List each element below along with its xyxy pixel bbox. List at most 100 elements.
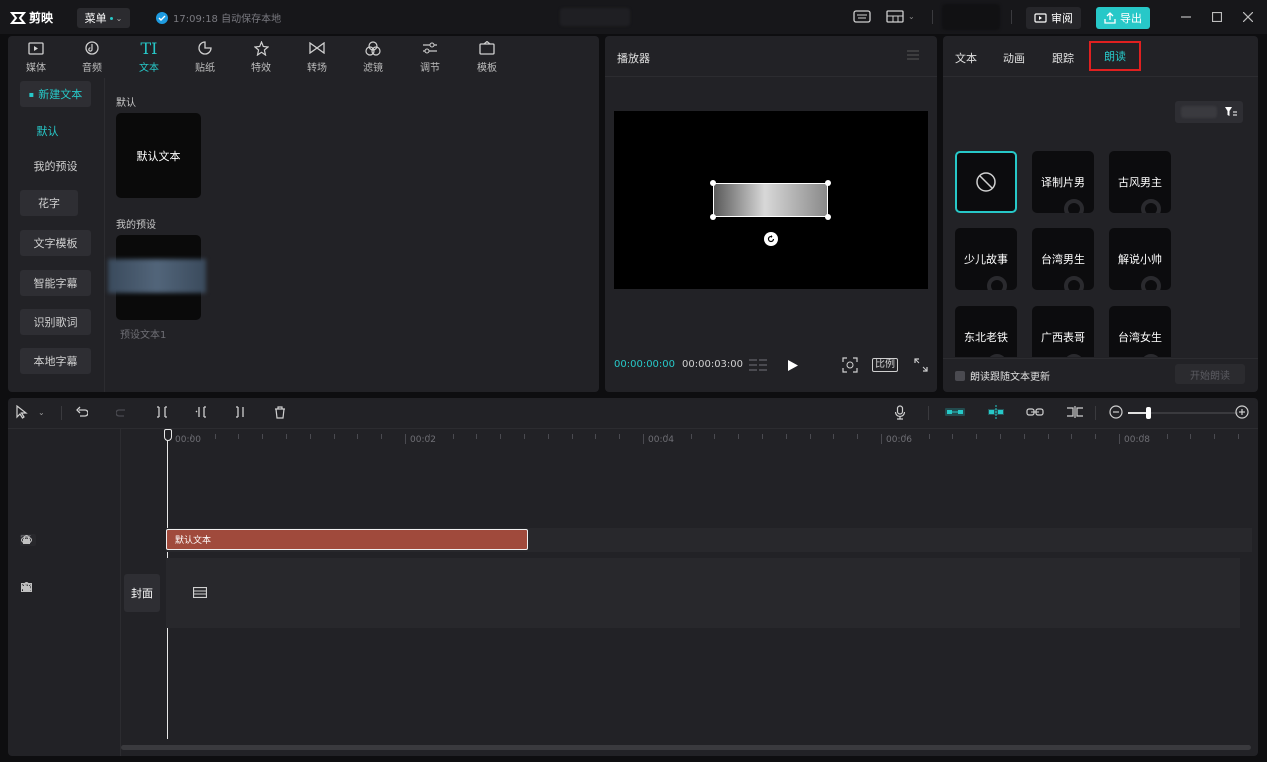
voice-avatar-icon xyxy=(987,354,1007,357)
voice-option[interactable]: 广西表哥 xyxy=(1032,306,1094,357)
ruler-tick xyxy=(1024,434,1025,439)
resize-handle[interactable] xyxy=(825,180,831,186)
volume-icon[interactable] xyxy=(20,581,32,593)
ruler-tick xyxy=(786,434,787,439)
ruler-tick xyxy=(310,434,311,439)
ruler-tick xyxy=(643,434,644,444)
export-icon xyxy=(1104,12,1116,24)
sidebar-item-label: 本地字幕 xyxy=(33,355,78,368)
preset-preview-blurred xyxy=(108,259,206,293)
horizontal-scrollbar[interactable] xyxy=(121,745,1251,750)
ruler-tick xyxy=(1238,434,1239,439)
voice-option[interactable]: 台湾女生 xyxy=(1109,306,1171,357)
sidebar-item-fancy-text[interactable]: 花字 xyxy=(20,190,78,216)
voice-label: 东北老铁 xyxy=(964,331,1008,344)
voice-option[interactable]: 东北老铁 xyxy=(955,306,1017,357)
resize-handle[interactable] xyxy=(825,214,831,220)
tab-effects[interactable]: 特效 xyxy=(241,40,281,74)
tab-read-aloud[interactable]: 朗读 xyxy=(1089,41,1141,71)
ruler-tick xyxy=(667,434,668,439)
tab-label: 媒体 xyxy=(26,63,46,74)
voice-filter-button[interactable] xyxy=(1175,101,1243,123)
clip-label: 默认文本 xyxy=(175,536,212,546)
ruler-tick xyxy=(810,434,811,439)
tab-sticker[interactable]: 贴纸 xyxy=(185,40,225,74)
eye-icon[interactable] xyxy=(20,534,32,546)
adjust-icon xyxy=(422,40,438,56)
keyboard-shortcuts-icon[interactable] xyxy=(853,10,871,23)
start-reading-button[interactable]: 开始朗读 xyxy=(1175,364,1245,384)
export-button[interactable]: 导出 xyxy=(1096,7,1150,29)
menu-button[interactable]: 菜单 ⌄ xyxy=(77,8,130,28)
preset-text-card[interactable] xyxy=(108,235,206,320)
sidebar-item-my-presets[interactable]: 我的预设 xyxy=(20,153,91,179)
ruler-tick xyxy=(1143,434,1144,439)
voice-option[interactable]: 解说小帅 xyxy=(1109,228,1171,290)
tab-template[interactable]: 模板 xyxy=(467,40,507,74)
menu-icon[interactable] xyxy=(907,50,919,60)
export-label: 导出 xyxy=(1120,12,1142,25)
ratio-button[interactable]: 比例 xyxy=(872,358,898,372)
ruler-tick xyxy=(714,434,715,439)
tab-tracking[interactable]: 跟踪 xyxy=(1052,50,1074,66)
fit-view-icon[interactable] xyxy=(842,357,858,373)
voice-option[interactable]: 译制片男 xyxy=(1032,151,1094,213)
tab-transition[interactable]: 转场 xyxy=(297,40,337,74)
film-icon xyxy=(193,587,207,598)
sidebar-item-auto-captions[interactable]: 智能字幕 xyxy=(20,270,91,296)
text-clip[interactable]: 默认文本 xyxy=(166,529,528,550)
play-icon[interactable] xyxy=(787,359,799,372)
layout-button[interactable]: ⌄ xyxy=(886,10,915,23)
maximize-icon[interactable] xyxy=(1209,9,1225,25)
resize-handle[interactable] xyxy=(710,180,716,186)
voice-option[interactable]: 古风男主 xyxy=(1109,151,1171,213)
minimize-icon[interactable] xyxy=(1178,9,1194,25)
time-ruler[interactable]: 00:00 00:02 00:04 00:06 00:08 xyxy=(8,398,1258,448)
ruler-tick xyxy=(215,434,216,439)
checkbox-icon xyxy=(955,370,965,381)
sidebar-item-text-templates[interactable]: 文字模板 xyxy=(20,230,91,256)
close-icon[interactable] xyxy=(1240,9,1256,25)
default-text-card[interactable]: 默认文本 xyxy=(116,113,201,198)
voice-option[interactable]: 台湾男生 xyxy=(1032,228,1094,290)
tab-adjust[interactable]: 调节 xyxy=(410,40,450,74)
chevron-down-icon: ⌄ xyxy=(115,13,123,23)
tab-text[interactable]: TI 文本 xyxy=(129,39,169,75)
resize-handle[interactable] xyxy=(710,214,716,220)
tab-animation[interactable]: 动画 xyxy=(1003,50,1025,66)
rotate-icon[interactable] xyxy=(764,232,778,246)
tab-text[interactable]: 文本 xyxy=(955,50,977,66)
voice-none[interactable] xyxy=(955,151,1017,213)
review-icon xyxy=(1034,12,1047,23)
cover-button[interactable]: 封面 xyxy=(124,574,160,612)
section-title-presets: 我的预设 xyxy=(116,220,156,231)
tab-filter[interactable]: 滤镜 xyxy=(353,40,393,74)
filter-icon xyxy=(1225,107,1237,116)
text-element-blurred[interactable] xyxy=(713,183,828,217)
user-avatar-blurred[interactable] xyxy=(942,4,1000,30)
follow-update-checkbox[interactable]: 朗读跟随文本更新 xyxy=(955,368,1050,383)
fullscreen-icon[interactable] xyxy=(914,358,928,372)
tick-label: 00:00 xyxy=(175,435,201,445)
voice-avatar-icon xyxy=(1141,276,1161,290)
tab-label: 朗读 xyxy=(1104,50,1126,63)
review-button[interactable]: 审阅 xyxy=(1026,7,1081,29)
sidebar-item-new-text[interactable]: ▪ 新建文本 xyxy=(20,81,91,107)
voice-label: 台湾男生 xyxy=(1041,253,1085,266)
ruler-tick xyxy=(929,434,930,439)
sidebar-item-default[interactable]: 默认 xyxy=(20,118,75,144)
sidebar-item-lyrics[interactable]: 识别歌词 xyxy=(20,309,91,335)
filter-icon xyxy=(365,40,381,56)
tab-media[interactable]: 媒体 xyxy=(16,40,56,74)
playhead-handle[interactable] xyxy=(164,429,172,441)
voice-label: 译制片男 xyxy=(1041,176,1085,189)
sidebar-item-local-captions[interactable]: 本地字幕 xyxy=(20,348,91,374)
preview-canvas[interactable] xyxy=(614,111,928,289)
tab-label: 转场 xyxy=(307,63,327,74)
card-label: 默认文本 xyxy=(136,149,181,163)
audio-icon xyxy=(85,40,99,56)
sidebar-item-label: 花字 xyxy=(38,197,60,210)
tab-audio[interactable]: 音频 xyxy=(72,40,112,74)
check-icon xyxy=(156,11,168,24)
voice-option[interactable]: 少儿故事 xyxy=(955,228,1017,290)
